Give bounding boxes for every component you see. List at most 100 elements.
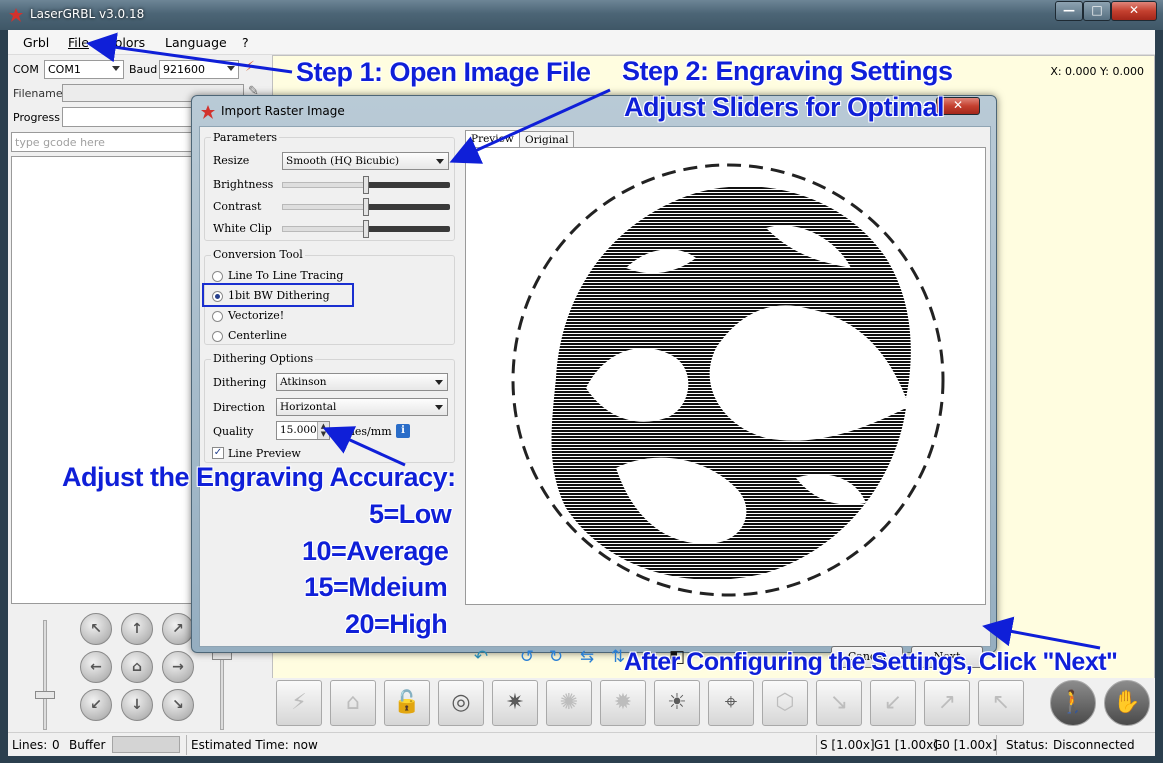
jog-right-button[interactable]: → [162, 651, 194, 683]
flip-horizontal-icon[interactable]: ⇆ [576, 646, 598, 668]
dialog-body: Parameters Resize Smooth (HQ Bicubic) Br… [199, 126, 991, 668]
laser-focus-button[interactable]: ✷ [492, 680, 538, 726]
step2-subannotation: Adjust Sliders for Optimal [624, 92, 945, 122]
chevron-down-icon [435, 405, 443, 410]
menu-file[interactable]: File [68, 35, 89, 50]
vectorize-radio[interactable] [212, 311, 223, 322]
connect-icon[interactable]: ⚡ [245, 59, 263, 77]
move-up-left-button[interactable]: ↖ [978, 680, 1024, 726]
vectorize-label[interactable]: Vectorize! [228, 309, 284, 322]
quality-unit: Lines/mm [337, 425, 392, 438]
menu-grbl[interactable]: Grbl [23, 35, 49, 50]
white-clip-track-right[interactable] [366, 226, 450, 232]
frame-button[interactable]: ⬡ [762, 680, 808, 726]
jog-down-left-button[interactable]: ↙ [80, 689, 112, 721]
baud-select[interactable]: 921600 [159, 60, 239, 79]
baud-label: Baud [129, 63, 158, 76]
jog-down-right-button[interactable]: ↘ [162, 689, 194, 721]
jog-up-button[interactable]: ↑ [121, 613, 153, 645]
unlock-button[interactable]: 🔓 [384, 680, 430, 726]
maximize-button[interactable]: □ [1083, 1, 1111, 21]
g1-override[interactable]: G1 [1.00x] [874, 738, 938, 752]
brightness-track-right[interactable] [366, 182, 450, 188]
centerline-label[interactable]: Centerline [228, 329, 287, 342]
undo-icon[interactable]: ↶ [470, 646, 492, 668]
jog-home-button[interactable]: ⌂ [121, 651, 153, 683]
spindle-override[interactable]: S [1.00x] [820, 738, 875, 752]
stop-hand-button[interactable]: ✋ [1104, 680, 1150, 726]
rotate-right-icon[interactable]: ↻ [545, 646, 567, 668]
jog-left-button[interactable]: ← [80, 651, 112, 683]
line-to-line-radio[interactable] [212, 271, 223, 282]
centerline-radio[interactable] [212, 331, 223, 342]
com-label: COM [13, 63, 39, 76]
accuracy-annotation-high: 20=High [345, 609, 448, 639]
walk-button[interactable]: 🚶 [1050, 680, 1096, 726]
jog-down-button[interactable]: ↓ [121, 689, 153, 721]
homing-button[interactable]: ⌂ [330, 680, 376, 726]
line-to-line-label[interactable]: Line To Line Tracing [228, 269, 343, 282]
buffer-meter [112, 736, 180, 753]
accuracy-annotation-medium: 15=Mdeium [304, 572, 448, 602]
menu-language[interactable]: Language [165, 35, 227, 50]
next-annotation: After Configuring the Settings, Click "N… [624, 648, 1118, 676]
chevron-down-icon [227, 66, 235, 71]
menu-bar: Grbl File Colors Language ? [8, 30, 1155, 55]
contrast-track-left[interactable] [282, 204, 366, 210]
window-title: LaserGRBL v3.0.18 [30, 7, 145, 21]
feed-slider-thumb[interactable] [35, 691, 55, 699]
rotate-left-icon[interactable]: ↺ [516, 646, 538, 668]
dithering-select[interactable]: Atkinson [276, 373, 448, 391]
com-select[interactable]: COM1 [44, 60, 124, 79]
import-raster-dialog: Import Raster Image ✕ Parameters Resize … [191, 95, 997, 668]
title-bar: LaserGRBL v3.0.18 — □ ✕ [0, 0, 1163, 30]
status-label: Status: [1006, 738, 1049, 752]
status-separator [816, 735, 817, 755]
resize-select[interactable]: Smooth (HQ Bicubic) [282, 152, 449, 170]
globe-button[interactable]: ◎ [438, 680, 484, 726]
menu-colors[interactable]: Colors [106, 35, 145, 50]
accuracy-annotation-low: 5=Low [369, 499, 452, 529]
status-bar: Lines: 0 Buffer Estimated Time: now S [1… [8, 732, 1155, 756]
direction-select[interactable]: Horizontal [276, 398, 448, 416]
filename-label: Filename [13, 87, 63, 100]
white-clip-track-left[interactable] [282, 226, 366, 232]
move-up-right-button[interactable]: ↗ [924, 680, 970, 726]
quality-stepper[interactable]: ▲ ▼ [317, 422, 329, 439]
dithering-label: Dithering [213, 376, 267, 389]
info-icon[interactable]: i [396, 424, 410, 438]
laser-power-high-button[interactable]: ☀ [654, 680, 700, 726]
map-button[interactable]: ⌖ [708, 680, 754, 726]
laser-power-low-button[interactable]: ✺ [546, 680, 592, 726]
feed-slider-track[interactable] [43, 620, 47, 730]
laser-power-mid-button[interactable]: ✹ [600, 680, 646, 726]
g0-override[interactable]: G0 [1.00x] [933, 738, 997, 752]
brightness-track-left[interactable] [282, 182, 366, 188]
contrast-slider-thumb[interactable] [363, 198, 369, 216]
move-down-right-button[interactable]: ↘ [816, 680, 862, 726]
line-preview-label[interactable]: Line Preview [228, 447, 301, 460]
chevron-down-icon [112, 66, 120, 71]
accuracy-annotation-average: 10=Average [302, 536, 449, 566]
line-preview-checkbox[interactable]: ✓ [212, 447, 224, 459]
brightness-slider-thumb[interactable] [363, 176, 369, 194]
white-clip-label: White Clip [213, 222, 272, 235]
app-logo-icon [201, 105, 215, 119]
brightness-label: Brightness [213, 178, 274, 191]
move-down-left-button[interactable]: ↙ [870, 680, 916, 726]
direction-label: Direction [213, 401, 265, 414]
lines-value: 0 [52, 738, 60, 752]
app-logo-icon [9, 8, 23, 22]
white-clip-slider-thumb[interactable] [363, 220, 369, 238]
step-slider-thumb[interactable] [212, 652, 232, 660]
contrast-track-right[interactable] [366, 204, 450, 210]
jog-up-left-button[interactable]: ↖ [80, 613, 112, 645]
reset-button[interactable]: ⚡ [276, 680, 322, 726]
menu-help[interactable]: ? [242, 35, 249, 50]
minimize-button[interactable]: — [1055, 1, 1083, 21]
selection-highlight-box [202, 283, 354, 307]
jog-up-right-button[interactable]: ↗ [162, 613, 194, 645]
tab-preview[interactable]: Preview [465, 130, 520, 148]
chevron-down-icon [435, 380, 443, 385]
close-button[interactable]: ✕ [1111, 1, 1157, 21]
